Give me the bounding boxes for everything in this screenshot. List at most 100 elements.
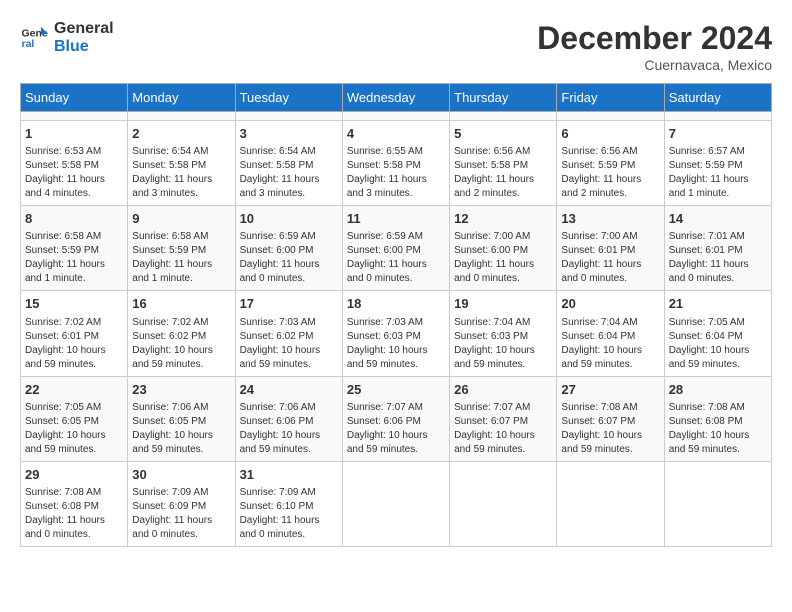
day-number: 18 — [347, 295, 445, 313]
day-number: 20 — [561, 295, 659, 313]
calendar-table: SundayMondayTuesdayWednesdayThursdayFrid… — [20, 83, 772, 547]
day-number: 8 — [25, 210, 123, 228]
day-cell: 30 Sunrise: 7:09 AMSunset: 6:09 PMDayligh… — [128, 461, 235, 546]
day-number: 31 — [240, 466, 338, 484]
day-cell — [450, 461, 557, 546]
header-sunday: Sunday — [21, 84, 128, 112]
day-cell: 6Sunrise: 6:56 AMSunset: 5:59 PMDaylight… — [557, 121, 664, 206]
day-number: 4 — [347, 125, 445, 143]
svg-text:ral: ral — [22, 38, 35, 50]
day-number: 13 — [561, 210, 659, 228]
day-number: 17 — [240, 295, 338, 313]
day-cell: 19Sunrise: 7:04 AMSunset: 6:03 PMDayligh… — [450, 291, 557, 376]
day-cell — [21, 112, 128, 121]
day-number: 23 — [132, 381, 230, 399]
day-number: 16 — [132, 295, 230, 313]
day-number: 21 — [669, 295, 767, 313]
logo-icon: Gene ral — [20, 23, 50, 53]
day-cell — [235, 112, 342, 121]
day-cell: 24 Sunrise: 7:06 AMSunset: 6:06 PMDayligh… — [235, 376, 342, 461]
day-number: 29 — [25, 466, 123, 484]
day-cell: 17 Sunrise: 7:03 AMSunset: 6:02 PMDayligh… — [235, 291, 342, 376]
day-number: 7 — [669, 125, 767, 143]
day-number: 10 — [240, 210, 338, 228]
day-info: Sunrise: 7:05 AMSunset: 6:04 PMDaylight:… — [669, 316, 767, 372]
day-number: 1 — [25, 125, 123, 143]
day-cell: 10 Sunrise: 6:59 AMSunset: 6:00 PMDayligh… — [235, 206, 342, 291]
day-number: 3 — [240, 125, 338, 143]
day-cell: 25Sunrise: 7:07 AMSunset: 6:06 PMDayligh… — [342, 376, 449, 461]
day-cell: 27 Sunrise: 7:08 AMSunset: 6:07 PMDayligh… — [557, 376, 664, 461]
day-info: Sunrise: 6:53 AMSunset: 5:58 PMDaylight:… — [25, 145, 123, 201]
day-number: 2 — [132, 125, 230, 143]
day-info: Sunrise: 7:02 AMSunset: 6:01 PMDaylight:… — [25, 316, 123, 372]
day-info: Sunrise: 7:03 AMSunset: 6:02 PMDaylight:… — [240, 316, 338, 372]
day-number: 9 — [132, 210, 230, 228]
day-cell: 21 Sunrise: 7:05 AMSunset: 6:04 PMDayligh… — [664, 291, 771, 376]
header-wednesday: Wednesday — [342, 84, 449, 112]
week-row-2: 8Sunrise: 6:58 AMSunset: 5:59 PMDaylight… — [21, 206, 772, 291]
day-cell: 20 Sunrise: 7:04 AMSunset: 6:04 PMDayligh… — [557, 291, 664, 376]
location: Cuernavaca, Mexico — [537, 57, 772, 73]
day-info: Sunrise: 7:04 AMSunset: 6:04 PMDaylight:… — [561, 316, 659, 372]
day-info: Sunrise: 7:09 AMSunset: 6:09 PMDaylight:… — [132, 486, 230, 542]
day-info: Sunrise: 6:59 AMSunset: 6:00 PMDaylight:… — [240, 230, 338, 286]
day-number: 22 — [25, 381, 123, 399]
day-cell: 15 Sunrise: 7:02 AMSunset: 6:01 PMDayligh… — [21, 291, 128, 376]
day-cell: 13 Sunrise: 7:00 AMSunset: 6:01 PMDayligh… — [557, 206, 664, 291]
day-cell: 8Sunrise: 6:58 AMSunset: 5:59 PMDaylight… — [21, 206, 128, 291]
day-cell: 3 Sunrise: 6:54 AMSunset: 5:58 PMDaylight… — [235, 121, 342, 206]
day-number: 11 — [347, 210, 445, 228]
day-info: Sunrise: 6:59 AMSunset: 6:00 PMDaylight:… — [347, 230, 445, 286]
day-cell: 23 Sunrise: 7:06 AMSunset: 6:05 PMDayligh… — [128, 376, 235, 461]
day-info: Sunrise: 7:02 AMSunset: 6:02 PMDaylight:… — [132, 316, 230, 372]
day-info: Sunrise: 6:57 AMSunset: 5:59 PMDaylight:… — [669, 145, 767, 201]
day-info: Sunrise: 7:04 AMSunset: 6:03 PMDaylight:… — [454, 316, 552, 372]
title-block: December 2024 Cuernavaca, Mexico — [537, 20, 772, 73]
day-cell — [342, 112, 449, 121]
day-number: 12 — [454, 210, 552, 228]
week-row-1: 1 Sunrise: 6:53 AMSunset: 5:58 PMDaylight… — [21, 121, 772, 206]
day-info: Sunrise: 7:00 AMSunset: 6:00 PMDaylight:… — [454, 230, 552, 286]
header-saturday: Saturday — [664, 84, 771, 112]
day-cell: 16 Sunrise: 7:02 AMSunset: 6:02 PMDayligh… — [128, 291, 235, 376]
day-info: Sunrise: 7:05 AMSunset: 6:05 PMDaylight:… — [25, 401, 123, 457]
day-cell — [664, 112, 771, 121]
day-info: Sunrise: 6:56 AMSunset: 5:59 PMDaylight:… — [561, 145, 659, 201]
day-number: 24 — [240, 381, 338, 399]
logo: Gene ral General Blue — [20, 20, 114, 56]
day-cell: 7 Sunrise: 6:57 AMSunset: 5:59 PMDaylight… — [664, 121, 771, 206]
week-row-4: 22 Sunrise: 7:05 AMSunset: 6:05 PMDayligh… — [21, 376, 772, 461]
day-info: Sunrise: 6:56 AMSunset: 5:58 PMDaylight:… — [454, 145, 552, 201]
header-friday: Friday — [557, 84, 664, 112]
day-cell: 22 Sunrise: 7:05 AMSunset: 6:05 PMDayligh… — [21, 376, 128, 461]
day-info: Sunrise: 7:06 AMSunset: 6:05 PMDaylight:… — [132, 401, 230, 457]
day-info: Sunrise: 7:06 AMSunset: 6:06 PMDaylight:… — [240, 401, 338, 457]
day-cell: 5Sunrise: 6:56 AMSunset: 5:58 PMDaylight… — [450, 121, 557, 206]
day-number: 27 — [561, 381, 659, 399]
day-info: Sunrise: 7:03 AMSunset: 6:03 PMDaylight:… — [347, 316, 445, 372]
page-header: Gene ral General Blue December 2024 Cuer… — [20, 20, 772, 73]
day-cell: 14Sunrise: 7:01 AMSunset: 6:01 PMDayligh… — [664, 206, 771, 291]
day-info: Sunrise: 7:08 AMSunset: 6:07 PMDaylight:… — [561, 401, 659, 457]
day-cell: 18 Sunrise: 7:03 AMSunset: 6:03 PMDayligh… — [342, 291, 449, 376]
day-cell: 9Sunrise: 6:58 AMSunset: 5:59 PMDaylight… — [128, 206, 235, 291]
day-info: Sunrise: 7:07 AMSunset: 6:07 PMDaylight:… — [454, 401, 552, 457]
day-cell — [128, 112, 235, 121]
day-info: Sunrise: 7:07 AMSunset: 6:06 PMDaylight:… — [347, 401, 445, 457]
day-info: Sunrise: 7:09 AMSunset: 6:10 PMDaylight:… — [240, 486, 338, 542]
day-info: Sunrise: 7:00 AMSunset: 6:01 PMDaylight:… — [561, 230, 659, 286]
day-cell: 26Sunrise: 7:07 AMSunset: 6:07 PMDayligh… — [450, 376, 557, 461]
day-cell: 12 Sunrise: 7:00 AMSunset: 6:00 PMDayligh… — [450, 206, 557, 291]
day-info: Sunrise: 7:08 AMSunset: 6:08 PMDaylight:… — [669, 401, 767, 457]
month-title: December 2024 — [537, 20, 772, 57]
header-tuesday: Tuesday — [235, 84, 342, 112]
day-number: 28 — [669, 381, 767, 399]
day-number: 15 — [25, 295, 123, 313]
day-cell: 31 Sunrise: 7:09 AMSunset: 6:10 PMDayligh… — [235, 461, 342, 546]
day-info: Sunrise: 6:54 AMSunset: 5:58 PMDaylight:… — [240, 145, 338, 201]
header-thursday: Thursday — [450, 84, 557, 112]
day-number: 30 — [132, 466, 230, 484]
day-cell — [557, 461, 664, 546]
day-cell: 11 Sunrise: 6:59 AMSunset: 6:00 PMDayligh… — [342, 206, 449, 291]
